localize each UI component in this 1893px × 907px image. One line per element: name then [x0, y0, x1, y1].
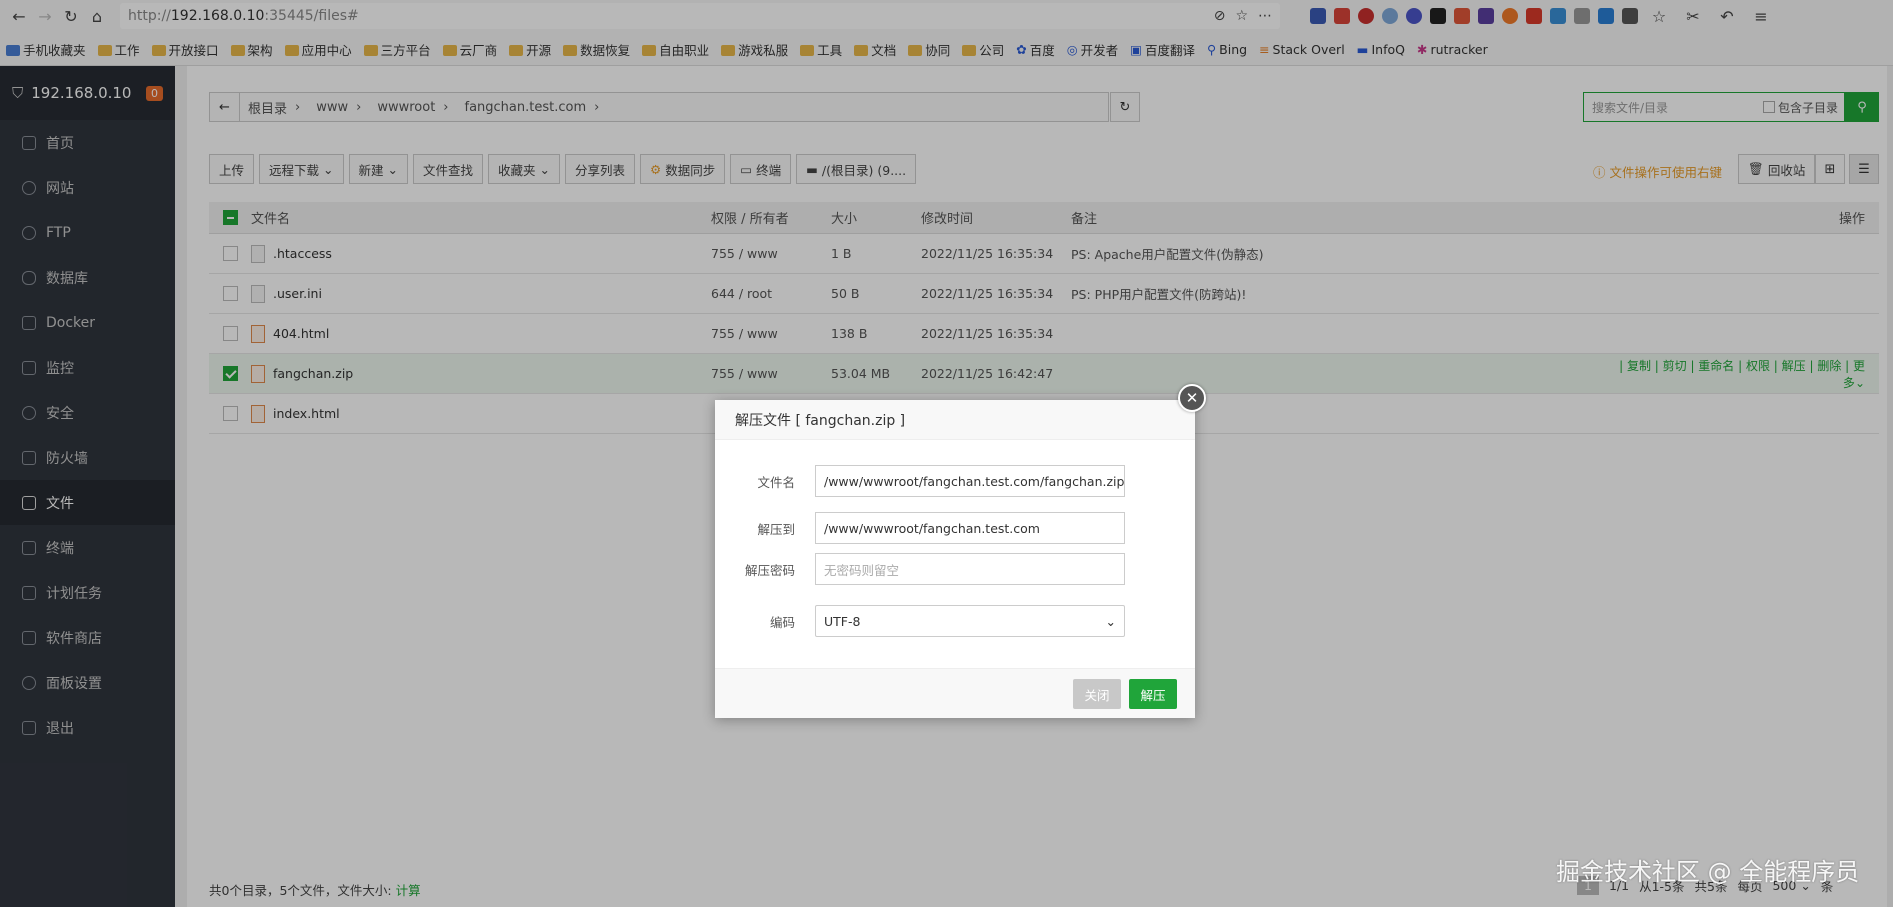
chevron-down-icon: ⌄: [1105, 613, 1116, 629]
dialog-title: 解压文件 [ fangchan.zip ]: [715, 400, 1195, 440]
close-icon[interactable]: ✕: [1178, 384, 1206, 412]
filename-label: 文件名: [757, 474, 795, 490]
extract-dialog: 解压文件 [ fangchan.zip ] ✕ 文件名 /www/wwwroot…: [715, 384, 1206, 718]
filename-row: 文件名 /www/wwwroot/fangchan.test.com/fangc…: [715, 465, 1195, 497]
filename-field[interactable]: /www/wwwroot/fangchan.test.com/fangchan.…: [815, 465, 1125, 497]
extract-to-row: 解压到 /www/wwwroot/fangchan.test.com: [715, 512, 1195, 544]
extract-button[interactable]: 解压: [1129, 679, 1177, 709]
encoding-row: 编码 UTF-8 ⌄: [715, 605, 1195, 637]
dialog-footer: 关闭 解压: [715, 668, 1195, 718]
close-button[interactable]: 关闭: [1073, 679, 1121, 709]
encoding-select[interactable]: UTF-8 ⌄: [815, 605, 1125, 637]
password-row: 解压密码 无密码则留空: [715, 553, 1195, 585]
extract-to-field[interactable]: /www/wwwroot/fangchan.test.com: [815, 512, 1125, 544]
encoding-label: 编码: [769, 614, 795, 630]
watermark: 掘金技术社区 @ 全能程序员: [1556, 858, 1860, 886]
password-label: 解压密码: [744, 562, 795, 578]
extract-to-label: 解压到: [757, 521, 795, 537]
password-field[interactable]: 无密码则留空: [815, 553, 1125, 585]
